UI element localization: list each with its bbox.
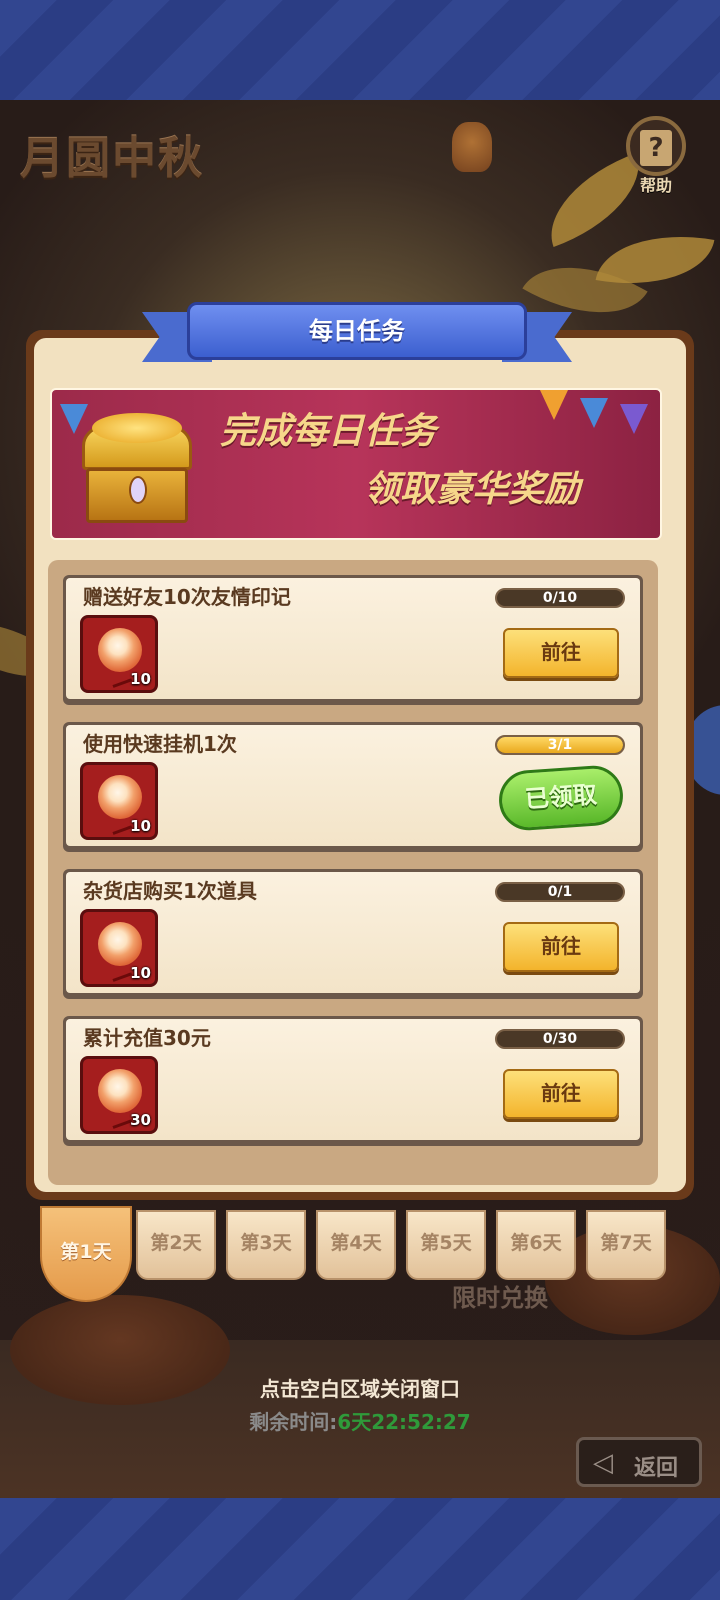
back-label: 返回 [634,1456,679,1481]
back-button[interactable]: ◁ 返回 [576,1437,702,1487]
task-row: 累计充值30元 30 0/30 前往 [63,1016,643,1146]
day-tab-7[interactable]: 第7天 [586,1210,666,1280]
progress-text: 0/30 [542,1031,578,1047]
claimed-stamp: 已领取 [497,763,625,833]
friendship-medal-icon [98,1069,142,1113]
reward-item[interactable]: 10 [80,762,158,840]
remaining-time-label: 剩余时间: [249,1410,338,1434]
task-row: 杂货店购买1次道具 10 0/1 前往 [63,869,643,999]
day-tab-1[interactable]: 第1天 [40,1206,132,1302]
task-progress-bar: 0/30 [495,1029,625,1049]
reward-count: 30 [130,1111,151,1129]
reward-item[interactable]: 10 [80,615,158,693]
day-tab-4[interactable]: 第4天 [316,1210,396,1280]
help-button[interactable]: ? 帮助 [622,116,692,196]
task-title: 杂货店购买1次道具 [83,879,257,903]
banner-subheadline: 领取豪华奖励 [364,469,581,510]
remaining-time: 剩余时间:6天22:52:27 [0,1406,720,1435]
remaining-time-value: 6天22:52:27 [337,1410,471,1434]
task-title: 使用快速挂机1次 [83,732,237,756]
reward-item[interactable]: 10 [80,909,158,987]
progress-text: 3/1 [547,737,573,753]
progress-text: 0/1 [547,884,573,900]
dialog-title: 每日任务 [187,302,527,360]
event-title-logo: 月圆中秋 [20,133,204,184]
day-tab-5[interactable]: 第5天 [406,1210,486,1280]
go-button[interactable]: 前往 [503,922,619,972]
help-circle: ? [626,116,686,176]
day-tab-2[interactable]: 第2天 [136,1210,216,1280]
day-tab-6[interactable]: 第6天 [496,1210,576,1280]
banner-headline: 完成每日任务 [220,411,437,452]
progress-text: 0/10 [542,590,578,606]
reward-count: 10 [130,817,151,835]
task-title: 赠送好友10次友情印记 [83,585,291,609]
lantern-icon [452,122,492,172]
reward-banner: 完成每日任务 领取豪华奖励 [50,388,662,540]
pennant-flag-icon [580,398,608,428]
task-progress-bar: 3/1 [495,735,625,755]
dialog-title-ribbon: 每日任务 [142,302,572,364]
go-button[interactable]: 前往 [503,1069,619,1119]
friendship-medal-icon [98,922,142,966]
reward-count: 10 [130,670,151,688]
task-progress-bar: 0/10 [495,588,625,608]
treasure-chest-icon [82,408,192,523]
reward-item[interactable]: 30 [80,1056,158,1134]
back-arrow-icon: ◁ [593,1448,613,1478]
pennant-flag-icon [540,390,568,420]
reward-count: 10 [130,964,151,982]
bottom-frame-border [0,1498,720,1600]
task-row: 使用快速挂机1次 10 3/1 已领取 [63,722,643,852]
question-mark-icon: ? [640,130,672,166]
friendship-medal-icon [98,628,142,672]
task-progress-bar: 0/1 [495,882,625,902]
game-screen[interactable]: 月圆中秋 ? 帮助 限时兑换 点击空白区域关闭窗口 剩余时间:6天22:52:2… [0,100,720,1498]
day-tab-3[interactable]: 第3天 [226,1210,306,1280]
friendship-medal-icon [98,775,142,819]
top-frame-border [0,0,720,100]
limited-exchange-label[interactable]: 限时兑换 [452,1278,548,1313]
pennant-flag-icon [620,404,648,434]
go-button[interactable]: 前往 [503,628,619,678]
task-row: 赠送好友10次友情印记 10 0/10 前往 [63,575,643,705]
close-hint: 点击空白区域关闭窗口 [260,1377,460,1401]
help-label: 帮助 [639,176,672,195]
task-title: 累计充值30元 [83,1026,211,1050]
